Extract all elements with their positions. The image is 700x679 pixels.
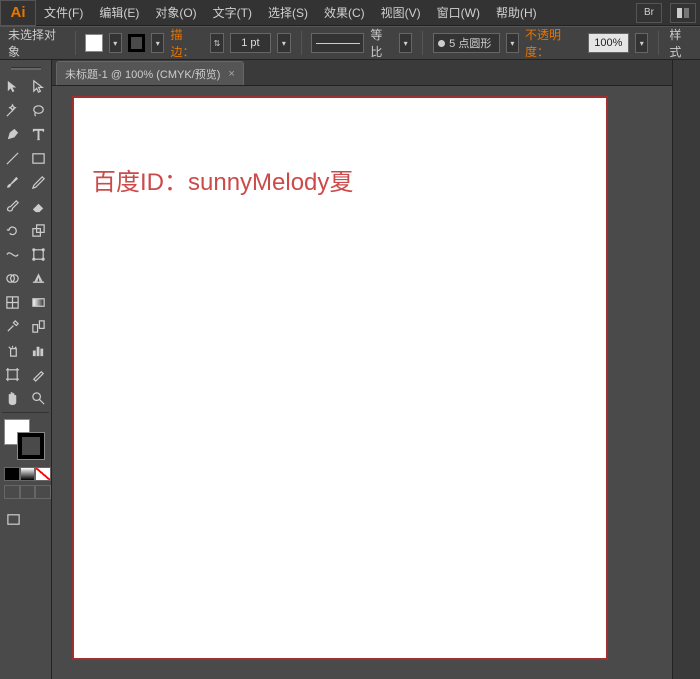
stroke-weight-dropdown[interactable]: ▾ xyxy=(277,33,290,53)
options-bar: 未选择对象 ▾ ▾ 描边： ⇅ 1 pt ▾ 等比 ▾ 5 点圆形 ▾ 不透明度… xyxy=(0,26,700,60)
dot-icon xyxy=(438,40,445,47)
menu-bar: Ai 文件(F) 编辑(E) 对象(O) 文字(T) 选择(S) 效果(C) 视… xyxy=(0,0,700,26)
stroke-weight-input[interactable]: 1 pt xyxy=(230,33,272,53)
menu-file[interactable]: 文件(F) xyxy=(36,0,91,26)
stroke-swatch[interactable] xyxy=(128,34,145,52)
stroke-color-box[interactable] xyxy=(18,433,44,459)
canvas-area[interactable]: 百度ID：sunnyMelody夏 xyxy=(52,86,672,679)
free-transform-tool[interactable] xyxy=(26,242,52,266)
opacity-dropdown[interactable]: ▾ xyxy=(635,33,648,53)
document-tab-title: 未标题-1 @ 100% (CMYK/预览) xyxy=(65,66,220,82)
direct-selection-tool[interactable] xyxy=(26,74,52,98)
lasso-tool[interactable] xyxy=(26,98,52,122)
pen-tool[interactable] xyxy=(0,122,26,146)
mesh-tool[interactable] xyxy=(0,290,26,314)
opacity-input[interactable]: 100% xyxy=(588,33,630,53)
panel-grip[interactable] xyxy=(0,64,51,72)
magic-wand-tool[interactable] xyxy=(0,98,26,122)
menu-select[interactable]: 选择(S) xyxy=(260,0,316,26)
zoom-tool[interactable] xyxy=(26,386,52,410)
width-tool[interactable] xyxy=(0,242,26,266)
tools-panel xyxy=(0,60,52,679)
perspective-grid-tool[interactable] xyxy=(26,266,52,290)
blend-tool[interactable] xyxy=(26,314,52,338)
artboard-tool[interactable] xyxy=(0,362,26,386)
menu-window[interactable]: 窗口(W) xyxy=(429,0,488,26)
collapsed-panels[interactable] xyxy=(672,60,700,679)
column-graph-tool[interactable] xyxy=(26,338,52,362)
none-mode-button[interactable] xyxy=(35,467,51,481)
symbol-sprayer-tool[interactable] xyxy=(0,338,26,362)
opacity-label: 不透明度： xyxy=(525,26,582,60)
line-tool[interactable] xyxy=(0,146,26,170)
brush-profile-dropdown[interactable]: ▾ xyxy=(506,33,519,53)
selection-tool[interactable] xyxy=(0,74,26,98)
document-tab[interactable]: 未标题-1 @ 100% (CMYK/预览) × xyxy=(56,61,244,85)
eyedropper-tool[interactable] xyxy=(0,314,26,338)
uniform-label: 等比 xyxy=(370,26,393,60)
canvas-text: 百度ID：sunnyMelody夏 xyxy=(92,162,353,197)
fill-swatch[interactable] xyxy=(85,34,102,52)
shape-builder-tool[interactable] xyxy=(0,266,26,290)
brush-profile[interactable]: 5 点圆形 xyxy=(433,33,500,53)
app-logo: Ai xyxy=(0,0,36,26)
type-tool[interactable] xyxy=(26,122,52,146)
menu-object[interactable]: 对象(O) xyxy=(147,0,204,26)
close-tab-icon[interactable]: × xyxy=(228,68,234,80)
arrange-documents-button[interactable] xyxy=(670,3,696,23)
rectangle-tool[interactable] xyxy=(26,146,52,170)
menu-effect[interactable]: 效果(C) xyxy=(316,0,373,26)
stroke-label: 描边： xyxy=(170,26,204,60)
menu-help[interactable]: 帮助(H) xyxy=(488,0,545,26)
stroke-dropdown[interactable]: ▾ xyxy=(151,33,164,53)
gradient-tool[interactable] xyxy=(26,290,52,314)
slice-tool[interactable] xyxy=(26,362,52,386)
rotate-tool[interactable] xyxy=(0,218,26,242)
style-label: 样式 xyxy=(669,26,692,60)
pencil-tool[interactable] xyxy=(26,170,52,194)
selection-status: 未选择对象 xyxy=(8,26,65,60)
fill-stroke-control[interactable] xyxy=(0,417,52,467)
scale-tool[interactable] xyxy=(26,218,52,242)
menu-edit[interactable]: 编辑(E) xyxy=(91,0,147,26)
color-mode-button[interactable] xyxy=(4,467,20,481)
stroke-style-preview[interactable] xyxy=(311,33,364,53)
gradient-mode-button[interactable] xyxy=(20,467,36,481)
stroke-style-dropdown[interactable]: ▾ xyxy=(399,33,412,53)
draw-inside-button[interactable] xyxy=(35,485,51,499)
workspace: 未标题-1 @ 100% (CMYK/预览) × 百度ID：sunnyMelod… xyxy=(52,60,672,679)
paintbrush-tool[interactable] xyxy=(0,170,26,194)
fill-dropdown[interactable]: ▾ xyxy=(109,33,122,53)
screen-mode-button[interactable] xyxy=(0,507,26,531)
eraser-tool[interactable] xyxy=(26,194,52,218)
draw-behind-button[interactable] xyxy=(20,485,36,499)
menu-view[interactable]: 视图(V) xyxy=(373,0,429,26)
artboard[interactable]: 百度ID：sunnyMelody夏 xyxy=(72,96,608,660)
bridge-button[interactable]: Br xyxy=(636,3,662,23)
arrange-icon xyxy=(676,7,690,19)
draw-normal-button[interactable] xyxy=(4,485,20,499)
stroke-weight-stepper[interactable]: ⇅ xyxy=(210,33,223,53)
menu-type[interactable]: 文字(T) xyxy=(205,0,260,26)
blob-brush-tool[interactable] xyxy=(0,194,26,218)
document-tabs: 未标题-1 @ 100% (CMYK/预览) × xyxy=(52,60,672,86)
hand-tool[interactable] xyxy=(0,386,26,410)
